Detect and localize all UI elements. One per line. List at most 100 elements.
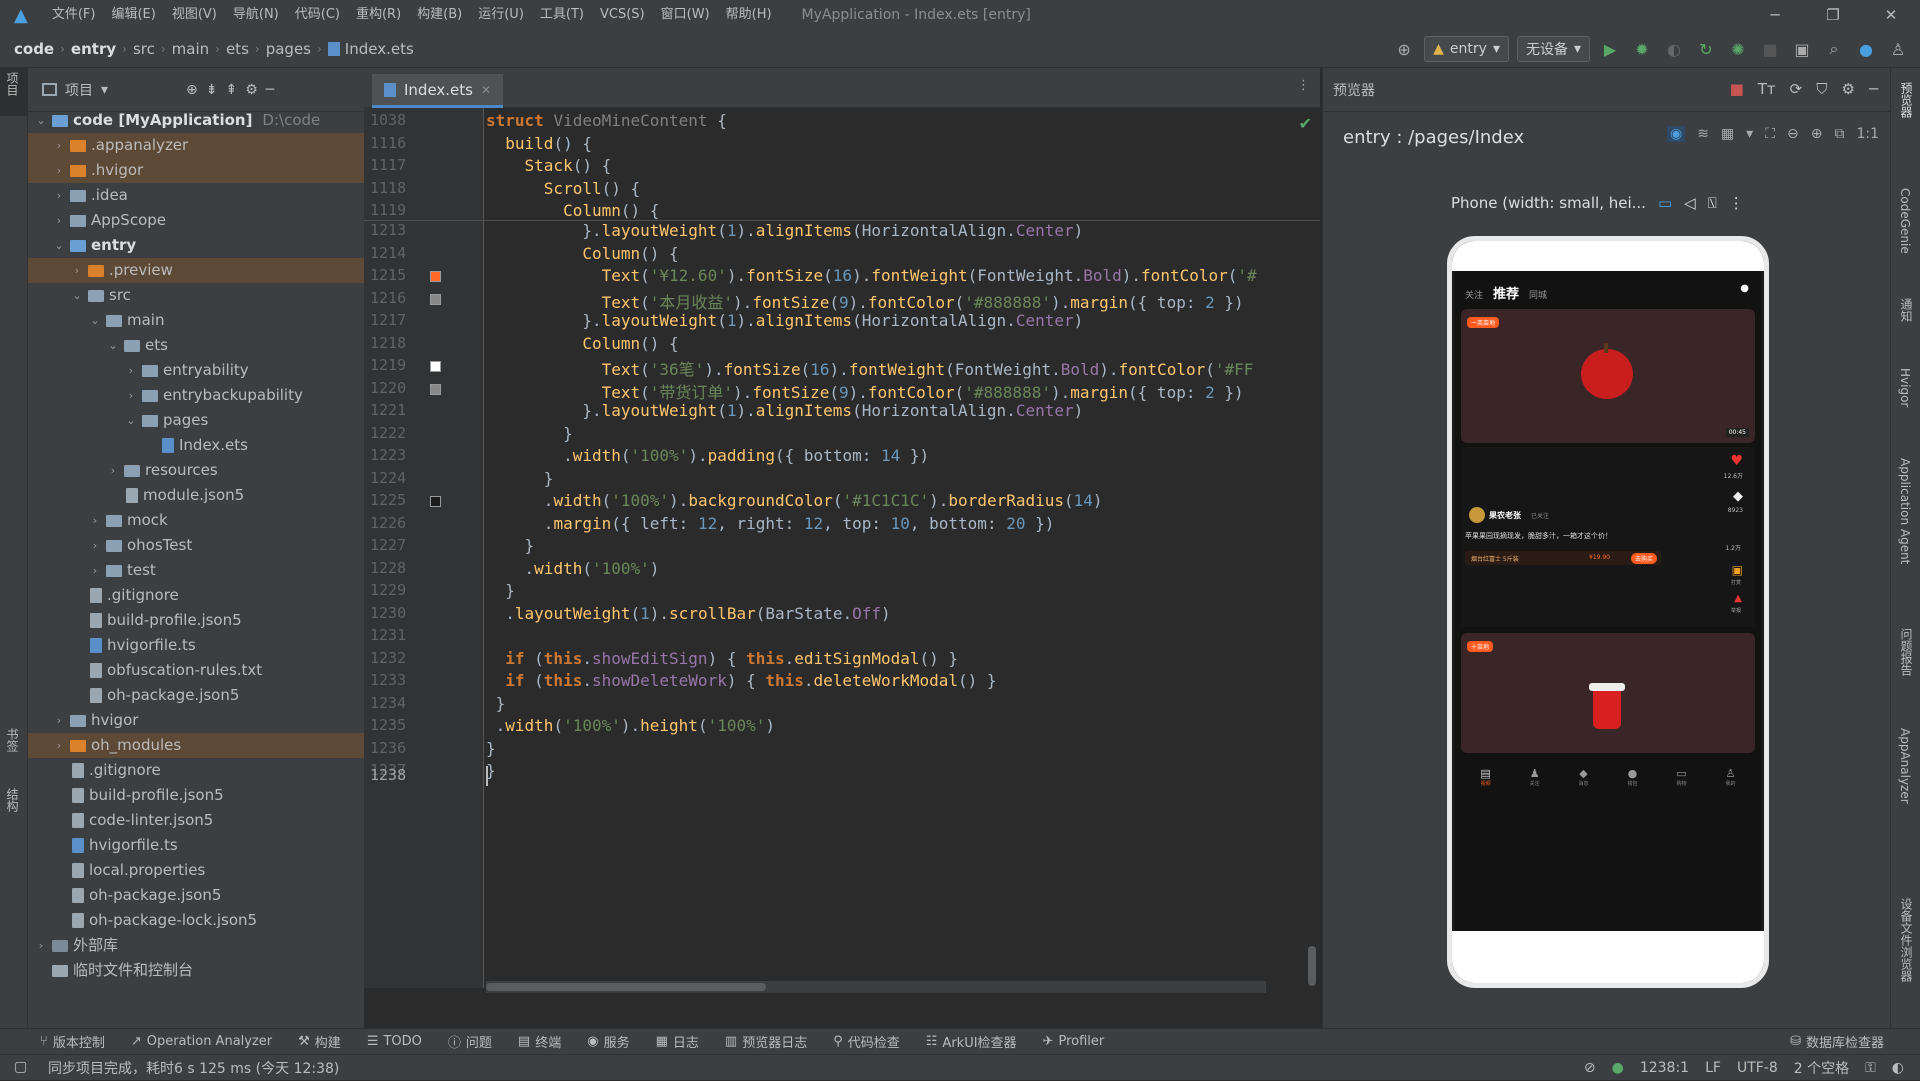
report-icon[interactable]: ▲	[1734, 593, 1742, 604]
chevron-down-icon[interactable]: ⌄	[88, 308, 102, 333]
chevron-down-icon[interactable]: ⌄	[34, 108, 48, 133]
tree-item[interactable]: .gitignore	[28, 758, 364, 783]
tree-item[interactable]: oh-package.json5	[28, 683, 364, 708]
tool-log[interactable]: ▦ 日志	[656, 1032, 699, 1051]
color-swatch[interactable]	[430, 383, 441, 395]
reload-icon[interactable]: ↻	[1694, 37, 1718, 61]
follow-status[interactable]: 已关注	[1531, 511, 1549, 520]
video-card-cola[interactable]: 十亩地	[1461, 633, 1755, 753]
file-encoding[interactable]: UTF-8	[1737, 1060, 1778, 1076]
tree-item[interactable]: local.properties	[28, 858, 364, 883]
nav-shop[interactable]: ▭ 购物	[1676, 767, 1686, 787]
menu-item[interactable]: 帮助(H)	[718, 0, 780, 30]
chevron-right-icon[interactable]: ›	[52, 208, 66, 233]
chevron-right-icon[interactable]: ›	[52, 158, 66, 183]
run-icon[interactable]: ▶	[1598, 37, 1622, 61]
project-panel-title[interactable]: 项目	[65, 80, 93, 100]
search-icon[interactable]: ⌕	[1822, 37, 1846, 61]
menu-item[interactable]: 导航(N)	[225, 0, 287, 30]
chevron-right-icon[interactable]: ›	[124, 383, 138, 408]
device-select[interactable]: 无设备 ▾	[1516, 36, 1590, 62]
breadcrumb-item[interactable]: pages	[266, 40, 311, 58]
horizontal-scrollbar[interactable]	[486, 981, 1266, 993]
color-swatch[interactable]	[430, 361, 441, 372]
update-icon[interactable]: ●	[1854, 37, 1878, 61]
nav-me[interactable]: ♙ 我的	[1726, 767, 1736, 787]
attach-icon[interactable]: ◐	[1662, 37, 1686, 61]
menu-item[interactable]: 视图(V)	[164, 0, 225, 30]
tree-item[interactable]: › resources	[28, 458, 364, 483]
tree-item[interactable]: ⌄ src	[28, 283, 364, 308]
target-icon[interactable]: ⊕	[1392, 37, 1416, 61]
color-swatch[interactable]	[430, 271, 441, 282]
device-icon[interactable]: ▭	[1658, 194, 1672, 212]
breadcrumb-item[interactable]: ets	[226, 40, 249, 58]
breadcrumb-item[interactable]: code	[14, 40, 54, 58]
tree-item[interactable]: › entrybackupability	[28, 383, 364, 408]
tool-code-inspect[interactable]: ⚲ 代码检查	[833, 1032, 900, 1051]
chevron-right-icon[interactable]: ›	[88, 508, 102, 533]
more-tabs-icon[interactable]: ⋮	[1297, 78, 1310, 93]
chevron-right-icon[interactable]: ›	[124, 358, 138, 383]
nav-follow[interactable]: ♟ 关注	[1530, 767, 1540, 787]
tree-item[interactable]: › entryability	[28, 358, 364, 383]
codegenie-tab[interactable]: CodeGenie	[1898, 188, 1912, 254]
profile-icon[interactable]: ✺	[1726, 37, 1750, 61]
tree-item[interactable]: oh-package.json5	[28, 883, 364, 908]
tree-item[interactable]: › .appanalyzer	[28, 133, 364, 158]
chevron-right-icon[interactable]: ›	[88, 533, 102, 558]
tree-item[interactable]: module.json5	[28, 483, 364, 508]
collapse-all-icon[interactable]: ⇟	[206, 82, 218, 98]
breadcrumb-item[interactable]: entry	[71, 40, 116, 58]
tool-terminal[interactable]: ▤ 终端	[518, 1032, 561, 1051]
tree-item[interactable]: Index.ets	[28, 433, 364, 458]
previewer-tab[interactable]: 预览器	[1898, 82, 1915, 118]
phone-screen[interactable]: 关注 推荐 同城 ● 一英亩地 00:45 ♥ 12.6万 ◆ 8923 果农老…	[1455, 271, 1761, 931]
settings-icon[interactable]: ⚙	[1842, 80, 1855, 98]
zoom-in-icon[interactable]: ⊕	[1811, 126, 1823, 142]
issue-report-tab[interactable]: 问题报告	[1898, 628, 1915, 676]
stop-preview-icon[interactable]: ■	[1730, 80, 1744, 98]
tree-item[interactable]: ⌄ entry	[28, 233, 364, 258]
device-manager-icon[interactable]: ▣	[1790, 37, 1814, 61]
code-editor[interactable]: 1038 1116 1117 1118 1119 1213 1214 1215 1216 1217…	[364, 108, 1320, 1028]
project-tool-tab[interactable]: 项目	[0, 68, 28, 116]
comment-icon[interactable]: ◆	[1733, 489, 1743, 504]
menu-item[interactable]: 编辑(E)	[103, 0, 163, 30]
menu-item[interactable]: VCS(S)	[592, 0, 653, 30]
close-button[interactable]: ✕	[1862, 0, 1920, 30]
device-file-browser-tab[interactable]: 设备文件浏览器	[1898, 898, 1915, 982]
hide-panel-icon[interactable]: ─	[1869, 80, 1878, 98]
chevron-right-icon[interactable]: ›	[34, 933, 48, 958]
close-tab-icon[interactable]: ✕	[481, 83, 491, 97]
chevron-right-icon[interactable]: ›	[52, 183, 66, 208]
tree-item[interactable]: ⌄ ets	[28, 333, 364, 358]
chevron-right-icon[interactable]: ›	[106, 458, 120, 483]
author-avatar[interactable]	[1469, 507, 1485, 523]
tree-item[interactable]: code-linter.json5	[28, 808, 364, 833]
tree-item[interactable]: .gitignore	[28, 583, 364, 608]
tool-previewer-log[interactable]: ▥ 预览器日志	[725, 1032, 807, 1051]
breadcrumb-item[interactable]: src	[133, 40, 155, 58]
chevron-down-icon[interactable]: ⌄	[124, 408, 138, 433]
tab-index-ets[interactable]: Index.ets ✕	[372, 74, 504, 108]
chevron-down-icon[interactable]: ▾	[101, 82, 108, 98]
color-swatch[interactable]	[430, 496, 441, 507]
chevron-down-icon[interactable]: ⌄	[106, 333, 120, 358]
chevron-right-icon[interactable]: ›	[52, 733, 66, 758]
chevron-down-icon[interactable]: ▾	[1746, 126, 1753, 142]
chevron-right-icon[interactable]: ›	[70, 258, 84, 283]
screenshot-icon[interactable]: ⧉	[1834, 126, 1844, 142]
debug-icon[interactable]: ✹	[1630, 37, 1654, 61]
tool-services[interactable]: ◉ 服务	[587, 1032, 629, 1051]
notifications-tab[interactable]: 通知	[1898, 298, 1915, 322]
tool-arkui-inspector[interactable]: ☷ ArkUI检查器	[926, 1032, 1017, 1051]
feed-tab-local[interactable]: 同城	[1529, 288, 1547, 301]
feed-tab-follow[interactable]: 关注	[1465, 288, 1483, 301]
structure-tab[interactable]: 结构	[4, 788, 21, 812]
tree-item[interactable]: › 外部库	[28, 933, 364, 958]
menu-item[interactable]: 构建(B)	[409, 0, 470, 30]
tree-item[interactable]: › hvigor	[28, 708, 364, 733]
account-icon[interactable]: ♙	[1886, 37, 1910, 61]
gift-icon[interactable]: ▣	[1732, 563, 1743, 577]
